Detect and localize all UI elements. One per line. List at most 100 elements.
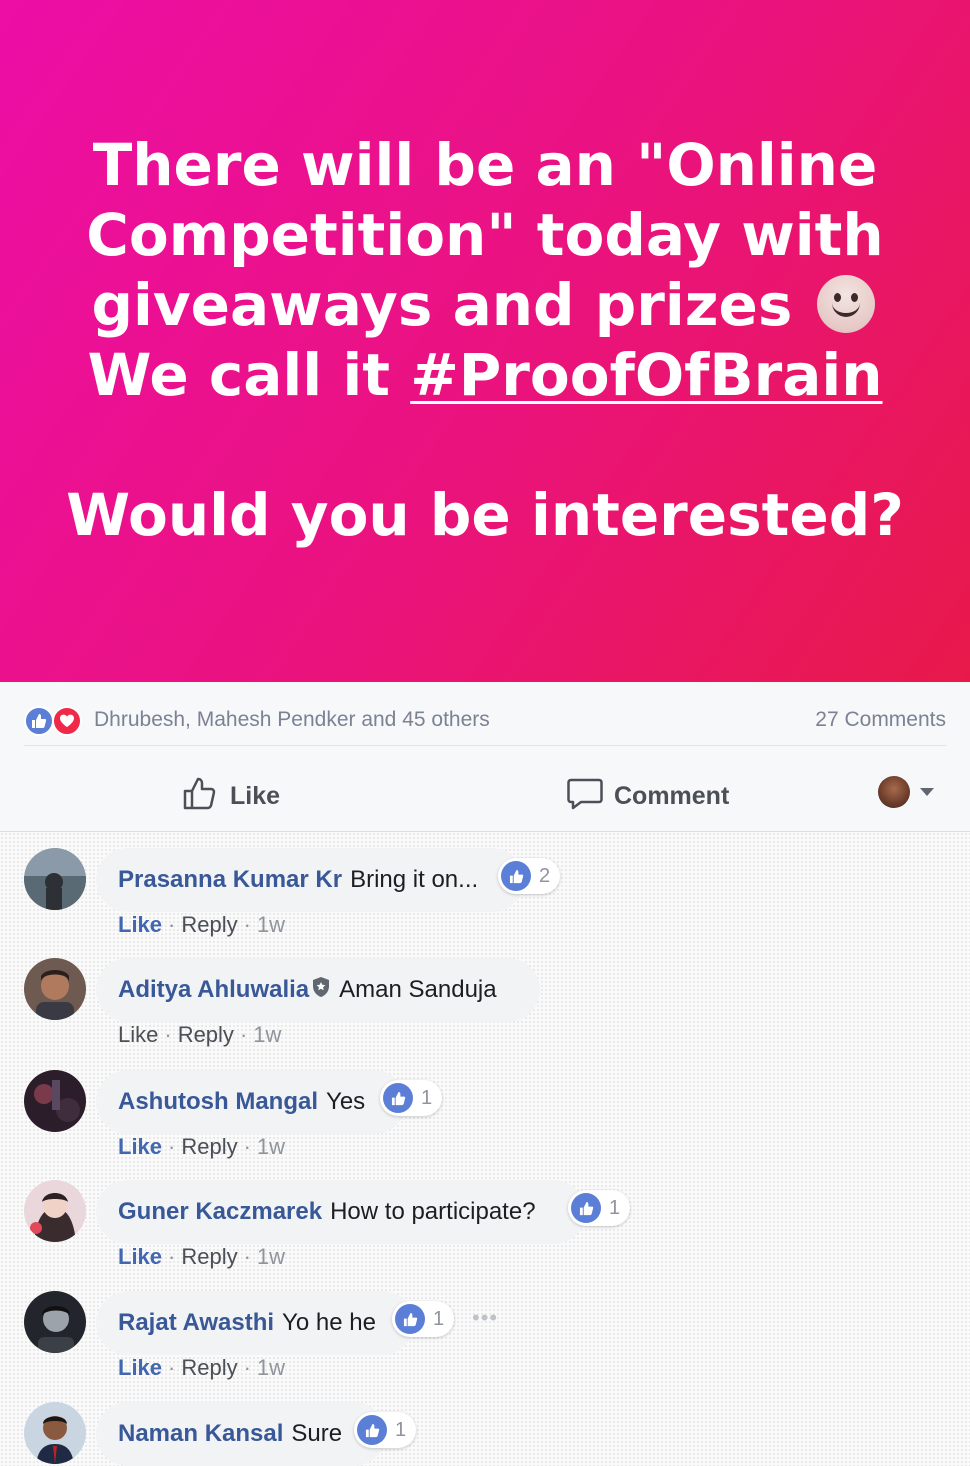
avatar[interactable] <box>24 848 86 910</box>
avatar[interactable] <box>24 1070 86 1132</box>
meta-separator: · <box>168 1244 176 1269</box>
comment-like-link[interactable]: Like <box>118 1022 158 1047</box>
meta-separator: · <box>168 1355 176 1380</box>
like-reaction-icon <box>571 1193 601 1223</box>
comment-author-link[interactable]: Naman Kansal <box>118 1420 283 1448</box>
avatar[interactable] <box>24 958 86 1020</box>
comment-text: Bring it on... <box>350 866 479 893</box>
comment-reply-link[interactable]: Reply <box>181 1134 237 1159</box>
comment-meta: Like · Reply · 1w <box>118 912 285 938</box>
comments-count-link[interactable]: 27 Comments <box>815 708 946 732</box>
like-reaction-icon <box>501 861 531 891</box>
comment-like-link[interactable]: Like <box>118 1244 162 1269</box>
meta-separator: · <box>168 912 176 937</box>
comment-reply-link[interactable]: Reply <box>181 1355 237 1380</box>
thumbs-up-icon <box>182 774 220 819</box>
comment-text: Yo he he <box>282 1309 376 1336</box>
meta-separator: · <box>168 1134 176 1159</box>
comment-bubble-icon <box>566 774 604 819</box>
comment-reaction-count[interactable]: 1 <box>354 1412 417 1448</box>
comment-timestamp[interactable]: 1w <box>257 1134 285 1159</box>
comment-bubble: Aditya Ahluwalia Aman Sanduja <box>96 958 540 1022</box>
comment-author-link[interactable]: Guner Kaczmarek <box>118 1198 322 1226</box>
comment-reaction-count[interactable]: 2 <box>498 858 561 894</box>
chevron-down-icon <box>920 788 934 796</box>
comment-reaction-count[interactable]: 1 <box>392 1301 455 1337</box>
comment-meta: Like · Reply · 1w <box>118 1244 285 1270</box>
comment-bubble: Guner Kaczmarek How to participate? <box>96 1180 586 1244</box>
like-reaction-icon <box>395 1304 425 1334</box>
reactions-summary[interactable]: Dhrubesh, Mahesh Pendker and 45 others 2… <box>24 702 946 746</box>
avatar[interactable] <box>24 1180 86 1242</box>
comment-meta: Like · Reply · 1w <box>118 1355 285 1381</box>
comment-bubble: Ashutosh Mangal Yes <box>96 1070 406 1134</box>
comment-author-link[interactable]: Ashutosh Mangal <box>118 1088 318 1116</box>
avatar[interactable] <box>24 1291 86 1353</box>
meta-separator: · <box>243 1244 251 1269</box>
post-text: There will be an "Online Competition" to… <box>60 130 910 550</box>
comment-text[interactable]: Aman Sanduja <box>339 976 496 1004</box>
reaction-count: 1 <box>421 1086 433 1109</box>
smiley-emoji-icon <box>816 275 875 333</box>
comment-text: How to participate? <box>330 1198 536 1225</box>
comment-like-link[interactable]: Like <box>118 1355 162 1380</box>
comment-reply-link[interactable]: Reply <box>181 912 237 937</box>
comment-timestamp[interactable]: 1w <box>257 1244 285 1269</box>
post-question: Would you be interested? <box>66 481 904 549</box>
reaction-count: 2 <box>539 864 551 887</box>
comment-like-link[interactable]: Like <box>118 1134 162 1159</box>
like-button-label: Like <box>230 782 281 810</box>
reaction-count: 1 <box>609 1196 621 1219</box>
meta-separator: · <box>164 1022 172 1047</box>
comment-reaction-count[interactable]: 1 <box>380 1080 443 1116</box>
comment-as-selector[interactable] <box>878 776 934 808</box>
comment-author-link[interactable]: Prasanna Kumar Kr <box>118 866 342 894</box>
like-reaction-icon <box>357 1415 387 1445</box>
comment-text: Yes <box>326 1088 366 1115</box>
more-options-icon[interactable]: ••• <box>472 1305 498 1331</box>
comment-author-link[interactable]: Aditya Ahluwalia <box>118 976 309 1004</box>
meta-separator: · <box>243 1134 251 1159</box>
like-reaction-icon <box>24 706 54 736</box>
comment-reply-link[interactable]: Reply <box>178 1022 234 1047</box>
comment-bubble: Rajat Awasthi Yo he he <box>96 1291 414 1355</box>
comments-list: Prasanna Kumar Kr Bring it on... 2 Like ·… <box>0 832 970 1466</box>
comment-item: Guner Kaczmarek How to participate? 1 Li… <box>24 1164 946 1274</box>
post-text-call: We call it <box>87 341 390 409</box>
comment-item: Rajat Awasthi Yo he he 1 ••• Like · Reply ·… <box>24 1275 946 1385</box>
love-reaction-icon <box>52 706 82 736</box>
reaction-icons <box>24 706 88 736</box>
meta-separator: · <box>243 912 251 937</box>
comment-bubble: Naman Kansal Sure <box>96 1402 386 1466</box>
action-buttons: Like Comment <box>0 756 970 832</box>
comment-item: Prasanna Kumar Kr Bring it on... 2 Like ·… <box>24 832 946 942</box>
user-avatar <box>878 776 910 808</box>
comment-item: Aditya Ahluwalia Aman Sanduja Like · Reply… <box>24 942 946 1052</box>
comment-reply-link[interactable]: Reply <box>181 1244 237 1269</box>
comment-author-link[interactable]: Rajat Awasthi <box>118 1309 274 1337</box>
comment-item: Ashutosh Mangal Yes 1 Like · Reply · 1w <box>24 1054 946 1164</box>
comment-meta: Like · Reply · 1w <box>118 1022 281 1048</box>
comment-text: Sure <box>291 1420 343 1447</box>
comment-button[interactable]: Comment <box>566 774 729 819</box>
reaction-count: 1 <box>433 1307 445 1330</box>
hashtag-link[interactable]: #ProofOfBrain <box>410 341 882 409</box>
comment-timestamp[interactable]: 1w <box>257 912 285 937</box>
comment-meta: Like · Reply · 1w <box>118 1134 285 1160</box>
meta-separator: · <box>239 1022 248 1047</box>
reaction-count: 1 <box>395 1418 407 1441</box>
comment-item: Naman Kansal Sure 1 <box>24 1386 946 1466</box>
comment-timestamp[interactable]: 1w <box>253 1022 281 1047</box>
post-text-main: There will be an "Online Competition" to… <box>86 131 884 339</box>
comment-bubble: Prasanna Kumar Kr Bring it on... <box>96 848 524 912</box>
post-banner: There will be an "Online Competition" to… <box>0 0 970 682</box>
comment-like-link[interactable]: Like <box>118 912 162 937</box>
like-reaction-icon <box>383 1083 413 1113</box>
reaction-names[interactable]: Dhrubesh, Mahesh Pendker and 45 others <box>94 708 490 732</box>
avatar[interactable] <box>24 1402 86 1464</box>
like-button[interactable]: Like <box>182 774 280 819</box>
comment-reaction-count[interactable]: 1 <box>568 1190 631 1226</box>
shield-badge-icon <box>311 976 331 1005</box>
post-actions: Dhrubesh, Mahesh Pendker and 45 others 2… <box>0 682 970 832</box>
comment-timestamp[interactable]: 1w <box>257 1355 285 1380</box>
